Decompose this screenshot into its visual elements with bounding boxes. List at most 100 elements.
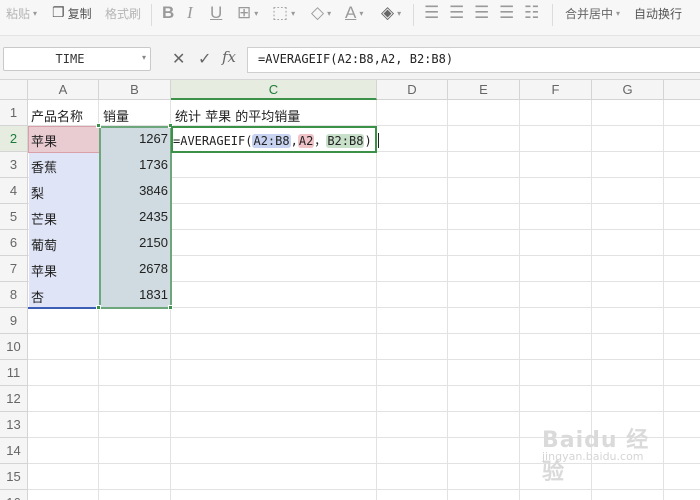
row-header[interactable]: 13 bbox=[0, 412, 28, 438]
watermark-logo: Baidu 经验 jingyan.baidu.com bbox=[542, 422, 660, 485]
formula-text: =AVERAGEIF(A2:B8,A2, B2:B8) bbox=[258, 52, 454, 66]
align-justify-button[interactable]: ☰ bbox=[499, 0, 514, 26]
cell-product[interactable]: 杏 bbox=[31, 287, 44, 306]
cell-sales[interactable]: 1736 bbox=[100, 157, 168, 172]
align-top-button[interactable]: ☰ bbox=[424, 0, 439, 26]
cell-sales[interactable]: 2678 bbox=[100, 261, 168, 276]
formula-separator: , bbox=[290, 133, 298, 148]
formula-separator: ， bbox=[314, 134, 327, 148]
column-header[interactable]: G bbox=[592, 80, 664, 100]
toolbar-divider bbox=[413, 4, 414, 26]
row-header[interactable]: 10 bbox=[0, 334, 28, 360]
align-top-icon: ☰ bbox=[424, 3, 440, 23]
toolbar-divider bbox=[151, 4, 152, 26]
grid-row-line bbox=[28, 411, 700, 412]
border-button[interactable]: ⊞ ▾ bbox=[237, 0, 258, 26]
range-handle[interactable] bbox=[168, 305, 173, 310]
column-header[interactable] bbox=[664, 80, 700, 100]
insert-function-icon[interactable]: fx bbox=[222, 48, 236, 66]
align-bottom-icon: ☰ bbox=[474, 3, 490, 23]
formula-input[interactable]: =AVERAGEIF(A2:B8,A2, B2:B8) bbox=[247, 47, 700, 73]
formula-bar: TIME ▾ ✕ ✓ fx =AVERAGEIF(A2:B8,A2, B2:B8… bbox=[0, 36, 700, 80]
row-header[interactable]: 3 bbox=[0, 152, 28, 178]
cell-sales[interactable]: 2435 bbox=[100, 209, 168, 224]
wrap-text-button[interactable]: 自动换行 bbox=[634, 0, 682, 26]
format-painter-button[interactable]: 格式刷 bbox=[105, 0, 141, 26]
chevron-down-icon: ▾ bbox=[33, 8, 38, 18]
row-header[interactable]: 15 bbox=[0, 464, 28, 490]
merge-center-button[interactable]: 合并居中 ▾ bbox=[565, 0, 620, 26]
row-header[interactable]: 8 bbox=[0, 282, 28, 308]
column-header[interactable]: F bbox=[520, 80, 592, 100]
merge-center-label: 合并居中 bbox=[565, 6, 614, 21]
column-header[interactable]: B bbox=[99, 80, 171, 100]
grid-row-line bbox=[28, 489, 700, 490]
column-header[interactable]: A bbox=[28, 80, 99, 100]
align-justify-icon: ☰ bbox=[499, 3, 515, 23]
cell-product[interactable]: 香蕉 bbox=[31, 157, 57, 176]
grid-row-line bbox=[28, 359, 700, 360]
copy-button[interactable]: ❐ 复制 bbox=[52, 0, 92, 26]
italic-button[interactable]: I bbox=[187, 0, 193, 26]
row-header[interactable]: 6 bbox=[0, 230, 28, 256]
cell-sales[interactable]: 3846 bbox=[100, 183, 168, 198]
fill-color-button[interactable]: ◇ ▾ bbox=[311, 0, 331, 26]
align-middle-button[interactable]: ☰ bbox=[449, 0, 464, 26]
cell-product[interactable]: 葡萄 bbox=[31, 235, 57, 254]
cell-sales[interactable]: 2150 bbox=[100, 235, 168, 250]
cell-product[interactable]: 芒果 bbox=[31, 209, 57, 228]
bold-button[interactable]: B bbox=[162, 0, 174, 26]
row-header[interactable]: 7 bbox=[0, 256, 28, 282]
cell-product[interactable]: 苹果 bbox=[31, 261, 57, 280]
distribute-button[interactable]: ☷ bbox=[524, 0, 539, 26]
cell-style-icon: ⬚ bbox=[272, 3, 289, 23]
font-color-icon: A bbox=[345, 3, 357, 22]
cell-b1[interactable]: 销量 bbox=[103, 106, 129, 125]
formula-range-arg: A2:B8 bbox=[252, 133, 291, 148]
border-icon: ⊞ bbox=[237, 3, 252, 23]
toolbar-divider bbox=[552, 4, 553, 26]
cell-c1[interactable]: 统计 苹果 的平均销量 bbox=[175, 106, 300, 125]
cell-sales[interactable]: 1267 bbox=[100, 131, 168, 146]
cancel-icon[interactable]: ✕ bbox=[172, 49, 185, 68]
chevron-down-icon[interactable]: ▾ bbox=[142, 53, 146, 62]
formula-prefix: =AVERAGEIF( bbox=[173, 133, 253, 148]
wrap-text-label: 自动换行 bbox=[634, 6, 683, 21]
row-header[interactable]: 16 bbox=[0, 490, 28, 500]
cell-a1[interactable]: 产品名称 bbox=[31, 106, 83, 125]
in-cell-formula-editor[interactable]: =AVERAGEIF(A2:B8, A2， B2:B8) bbox=[173, 132, 379, 149]
row-header[interactable]: 11 bbox=[0, 360, 28, 386]
column-header[interactable]: D bbox=[377, 80, 448, 100]
format-painter-label: 格式刷 bbox=[105, 6, 142, 21]
paste-button[interactable]: 粘贴 ▾ bbox=[6, 0, 37, 26]
cell-product[interactable]: 梨 bbox=[31, 183, 44, 202]
underline-button[interactable]: U bbox=[210, 0, 222, 26]
cell-sales[interactable]: 1831 bbox=[100, 287, 168, 302]
column-header[interactable]: E bbox=[448, 80, 520, 100]
row-header[interactable]: 2 bbox=[0, 126, 28, 152]
row-header[interactable]: 4 bbox=[0, 178, 28, 204]
watermark-url: jingyan.baidu.com bbox=[542, 450, 644, 463]
row-header[interactable]: 9 bbox=[0, 308, 28, 334]
font-color-button[interactable]: A ▾ bbox=[345, 0, 363, 26]
cell-product[interactable]: 苹果 bbox=[31, 131, 57, 150]
underline-icon: U bbox=[210, 3, 223, 22]
chevron-down-icon: ▾ bbox=[397, 8, 402, 18]
row-header[interactable]: 5 bbox=[0, 204, 28, 230]
range-handle[interactable] bbox=[96, 123, 101, 128]
select-all-corner[interactable] bbox=[0, 80, 28, 100]
cell-style-button[interactable]: ⬚ ▾ bbox=[272, 0, 295, 26]
align-bottom-button[interactable]: ☰ bbox=[474, 0, 489, 26]
formula-average-range-arg: B2:B8 bbox=[326, 133, 365, 148]
range-border-a8-bottom bbox=[28, 307, 100, 309]
name-box[interactable]: TIME ▾ bbox=[3, 47, 151, 71]
eraser-icon: ◈ bbox=[381, 3, 395, 23]
row-header[interactable]: 12 bbox=[0, 386, 28, 412]
chevron-down-icon: ▾ bbox=[327, 8, 332, 18]
row-header[interactable]: 1 bbox=[0, 100, 28, 126]
clear-button[interactable]: ◈ ▾ bbox=[381, 0, 401, 26]
column-header[interactable]: C bbox=[171, 80, 377, 100]
range-handle[interactable] bbox=[96, 305, 101, 310]
row-header[interactable]: 14 bbox=[0, 438, 28, 464]
confirm-icon[interactable]: ✓ bbox=[198, 49, 211, 68]
